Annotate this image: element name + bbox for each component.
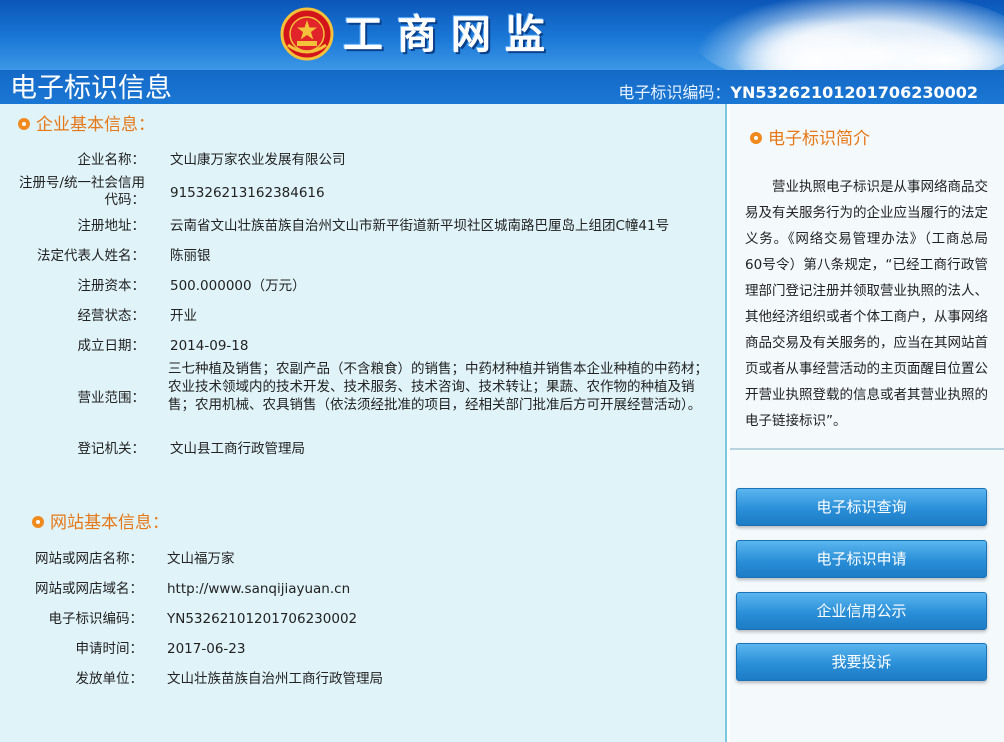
field-label: 申请时间： [75, 641, 144, 657]
field-value: 开业 [170, 308, 197, 324]
complaint-button[interactable]: 我要投诉 [736, 643, 987, 681]
enterprise-heading-text: 企业基本信息： [36, 115, 155, 135]
field-label: 注册资本： [77, 278, 146, 294]
identifier-code: 电子标识编码：YN53262101201706230002 [618, 82, 978, 104]
field-label: 电子标识编码： [48, 611, 144, 627]
bullet-icon [18, 117, 30, 130]
field-label: 网站或网店名称： [35, 551, 143, 567]
field-value: 三七种植及销售；农副产品（不含粮食）的销售；中药材种植并销售本企业种植的中药材；… [168, 361, 708, 413]
page-title: 电子标识信息 [10, 73, 172, 104]
field-value: 文山福万家 [167, 551, 235, 567]
field-label: 网站或网店域名： [35, 581, 143, 597]
website-section-heading: 网站基本信息： [32, 512, 169, 534]
header-banner: 工商网监 [0, 0, 1004, 70]
info-panel: 企业基本信息： 企业名称： 文山康万家农业发展有限公司 注册号/统一社会信用代码… [0, 104, 727, 742]
intro-text: 营业执照电子标识是从事网络商品交易及有关服务行为的企业应当履行的法定义务。《网络… [745, 179, 988, 429]
brand-title: 工商网监 [343, 11, 559, 58]
title-bar: 电子标识信息 电子标识编码：YN53262101201706230002 [0, 70, 1004, 104]
field-label: 成立日期： [77, 338, 146, 354]
field-value: 陈丽银 [170, 248, 211, 264]
website-heading-text: 网站基本信息： [50, 513, 169, 533]
field-value: 915326213162384616 [170, 185, 325, 201]
field-value: 文山县工商行政管理局 [170, 441, 305, 457]
field-label: 注册地址： [77, 218, 146, 234]
website-domain-value: http://www.sanqijiayuan.cn [167, 581, 351, 597]
field-label: 法定代表人姓名： [37, 248, 145, 264]
sidebar: 电子标识简介 营业执照电子标识是从事网络商品交易及有关服务行为的企业应当履行的法… [730, 104, 1004, 742]
field-value: 2014-09-18 [170, 338, 249, 354]
field-value: 文山壮族苗族自治州工商行政管理局 [167, 671, 383, 687]
identifier-code-value: YN53262101201706230002 [730, 83, 978, 102]
enterprise-section-heading: 企业基本信息： [18, 114, 155, 136]
field-value: YN53262101201706230002 [167, 611, 358, 627]
bullet-icon [32, 515, 44, 528]
field-label: 营业范围： [77, 390, 146, 406]
field-label: 注册号/统一社会信用代码： [18, 175, 145, 208]
field-label: 经营状态： [77, 308, 146, 324]
identifier-query-button[interactable]: 电子标识查询 [736, 488, 987, 526]
intro-section-heading: 电子标识简介 [750, 128, 870, 150]
identifier-code-label: 电子标识编码： [618, 83, 731, 102]
field-label: 登记机关： [77, 441, 146, 457]
field-label: 企业名称： [77, 152, 146, 168]
field-label: 发放单位： [75, 671, 144, 687]
intro-heading-text: 电子标识简介 [768, 129, 870, 149]
national-emblem-icon [280, 7, 334, 61]
divider [730, 448, 1004, 450]
field-value: 云南省文山壮族苗族自治州文山市新平街道新平坝社区城南路巴厘岛上组团C幢41号 [170, 218, 670, 234]
bullet-icon [750, 131, 762, 144]
field-value: 2017-06-23 [167, 641, 246, 657]
field-value: 文山康万家农业发展有限公司 [170, 152, 346, 168]
credit-publicity-button[interactable]: 企业信用公示 [736, 592, 987, 630]
field-value: 500.000000（万元） [170, 278, 306, 294]
identifier-apply-button[interactable]: 电子标识申请 [736, 540, 987, 578]
